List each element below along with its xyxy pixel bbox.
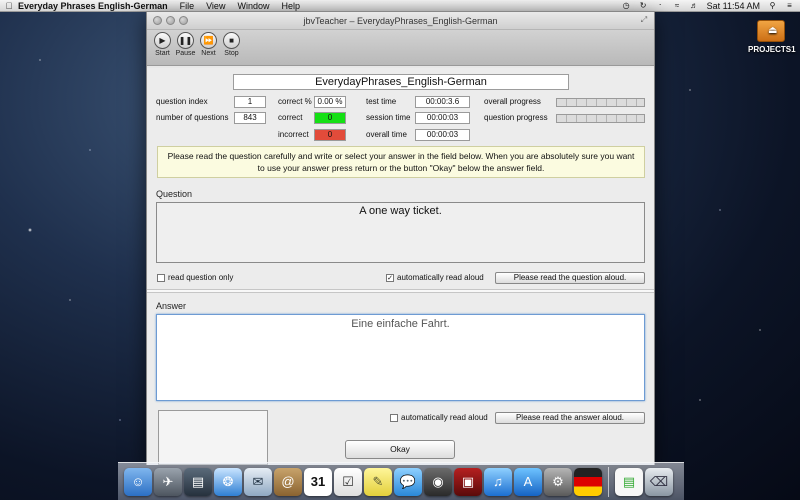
question-section-label: Question	[156, 189, 193, 199]
correct-count-field: 0	[314, 112, 346, 124]
stop-label: Stop	[224, 50, 239, 57]
question-progress-label: question progress	[484, 113, 548, 122]
overall-time-field: 00:00:03	[415, 129, 470, 141]
mail-icon[interactable]: ✉	[244, 467, 272, 496]
photo-booth-icon[interactable]: ▣	[454, 467, 482, 496]
menu-app-name[interactable]: Everyday Phrases English-German	[18, 1, 168, 11]
question-text: A one way ticket.	[156, 202, 645, 263]
checkbox-unchecked-icon	[157, 273, 165, 282]
window-titlebar[interactable]: jbvTeacher – EverydayPhrases_English-Ger…	[147, 12, 654, 30]
test-time-label: test time	[366, 97, 397, 106]
sync-icon[interactable]: ↻	[639, 1, 648, 10]
notes-icon[interactable]: ✎	[364, 467, 392, 496]
number-of-questions-label: number of questions	[156, 113, 229, 122]
messages-icon[interactable]: 💬	[394, 467, 422, 496]
drive-label: PROJECTS1	[748, 45, 796, 54]
menu-view[interactable]: View	[206, 1, 225, 11]
session-time-field: 00:00:03	[415, 112, 470, 124]
menu-clock[interactable]: Sat 11:54 AM	[707, 1, 760, 11]
wifi-icon[interactable]: ≈	[673, 1, 682, 10]
dock-separator	[608, 466, 609, 497]
reminders-icon[interactable]: ☑	[334, 467, 362, 496]
correct-label: correct	[278, 113, 303, 122]
test-time-field: 00:00:3.6	[415, 96, 470, 108]
window-title: jbvTeacher – EverydayPhrases_English-Ger…	[303, 16, 498, 26]
mission-control-icon[interactable]: ▤	[184, 467, 212, 496]
correct-percent-field: 0.00 %	[314, 96, 346, 108]
pause-label: Pause	[175, 50, 196, 57]
stop-button[interactable]: ■ Stop	[220, 30, 243, 65]
next-icon: ⏩	[200, 32, 217, 49]
usb-drive-icon: ⏏	[757, 20, 785, 42]
pause-icon: ❚❚	[177, 32, 194, 49]
next-label: Next	[201, 50, 216, 57]
itunes-icon[interactable]: ♫	[484, 467, 512, 496]
window-content: EverydayPhrases_English-German question …	[147, 68, 654, 465]
desktop-drive[interactable]: ⏏ PROJECTS1	[748, 20, 796, 54]
apple-menu-icon[interactable]: 	[0, 1, 18, 11]
read-question-aloud-button[interactable]: Please read the question aloud.	[495, 272, 645, 284]
session-time-label: session time	[366, 113, 411, 122]
image-well	[158, 410, 268, 465]
answer-section-label: Answer	[156, 301, 187, 311]
menu-window[interactable]: Window	[237, 1, 269, 11]
question-index-field: 1	[234, 96, 266, 108]
read-question-only-label: read question only	[168, 273, 234, 282]
start-button[interactable]: ▶ Start	[151, 30, 174, 65]
read-answer-aloud-button[interactable]: Please read the answer aloud.	[495, 412, 645, 424]
course-title-field: EverydayPhrases_English-German	[233, 74, 569, 90]
bluetooth-icon[interactable]: ᛫	[656, 1, 665, 10]
overall-progress-bar	[556, 98, 645, 107]
pause-button[interactable]: ❚❚ Pause	[174, 30, 197, 65]
app-store-icon[interactable]: A	[514, 467, 542, 496]
menu-help[interactable]: Help	[281, 1, 300, 11]
checkbox-unchecked-icon	[390, 413, 398, 422]
next-button[interactable]: ⏩ Next	[197, 30, 220, 65]
document-icon[interactable]: ▤	[615, 467, 643, 496]
volume-icon[interactable]: ♬	[690, 1, 699, 10]
auto-read-question-checkbox[interactable]: ✓ automatically read aloud	[386, 273, 484, 282]
correct-percent-label: correct %	[278, 97, 312, 106]
spotlight-icon[interactable]: ⚲	[768, 1, 777, 10]
safari-icon[interactable]: ❂	[214, 467, 242, 496]
dock: ☺ ✈ ▤ ❂ ✉ @ 31 ☑ ✎ 💬 ◉ ▣ ♫ A ⚙ ▤ ⌫	[118, 462, 684, 500]
system-preferences-icon[interactable]: ⚙	[544, 467, 572, 496]
incorrect-count-field: 0	[314, 129, 346, 141]
start-label: Start	[155, 50, 170, 57]
auto-read-question-label: automatically read aloud	[397, 273, 484, 282]
time-machine-icon[interactable]: ◷	[622, 1, 631, 10]
split-divider[interactable]	[147, 289, 654, 293]
contacts-icon[interactable]: @	[274, 467, 302, 496]
stop-icon: ■	[223, 32, 240, 49]
launchpad-icon[interactable]: ✈	[154, 467, 182, 496]
app-window: jbvTeacher – EverydayPhrases_English-Ger…	[146, 11, 655, 465]
okay-button[interactable]: Okay	[345, 440, 455, 459]
fullscreen-icon[interactable]: ⤢	[639, 15, 649, 25]
trash-icon[interactable]: ⌫	[645, 467, 673, 496]
answer-input[interactable]: Eine einfache Fahrt.	[156, 314, 645, 401]
zoom-window-button[interactable]	[179, 16, 188, 25]
menu-file[interactable]: File	[180, 1, 195, 11]
german-flag-icon[interactable]	[574, 467, 602, 496]
overall-progress-label: overall progress	[484, 97, 541, 106]
read-question-only-checkbox[interactable]: read question only	[157, 273, 233, 282]
list-icon[interactable]: ≡	[785, 1, 794, 10]
calendar-icon[interactable]: 31	[304, 467, 332, 496]
checkmark-icon: ✓	[386, 273, 394, 282]
instructions-panel: Please read the question carefully and w…	[157, 146, 645, 178]
question-index-label: question index	[156, 97, 208, 106]
close-window-button[interactable]	[153, 16, 162, 25]
auto-read-answer-label: automatically read aloud	[401, 413, 488, 422]
overall-time-label: overall time	[366, 130, 407, 139]
play-icon: ▶	[154, 32, 171, 49]
finder-icon[interactable]: ☺	[124, 467, 152, 496]
facetime-icon[interactable]: ◉	[424, 467, 452, 496]
incorrect-label: incorrect	[278, 130, 309, 139]
number-of-questions-field: 843	[234, 112, 266, 124]
auto-read-answer-checkbox[interactable]: automatically read aloud	[390, 413, 488, 422]
toolbar: ▶ Start ❚❚ Pause ⏩ Next ■ Stop	[147, 30, 654, 66]
minimize-window-button[interactable]	[166, 16, 175, 25]
question-progress-bar	[556, 114, 645, 123]
